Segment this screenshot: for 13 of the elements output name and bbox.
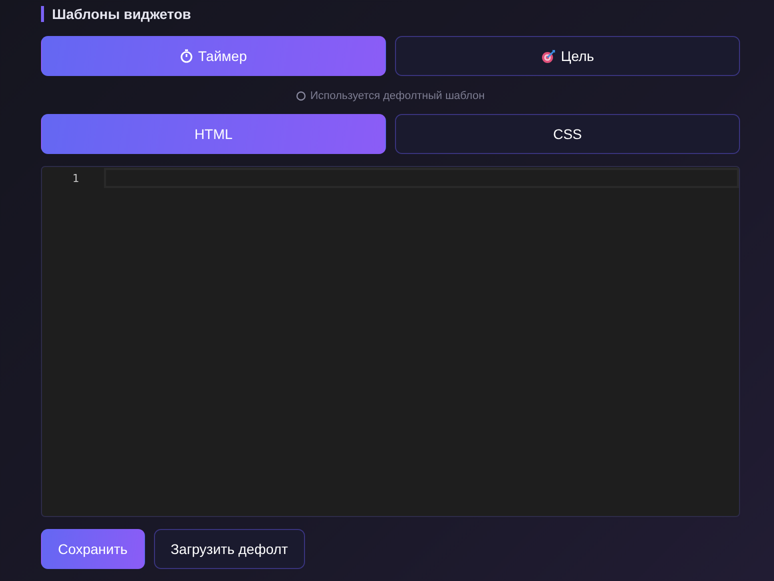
status-text: Используется дефолтный шаблон	[310, 90, 485, 102]
load-default-button[interactable]: Загрузить дефолт	[154, 529, 305, 569]
widget-tab[interactable]: Цель	[395, 36, 740, 76]
stopwatch-icon	[180, 49, 194, 63]
save-button[interactable]: Сохранить	[41, 529, 145, 569]
widget-tab[interactable]: Таймер	[41, 36, 386, 76]
code-editor[interactable]: 1	[41, 166, 740, 517]
circle-icon	[296, 91, 306, 101]
target-icon	[540, 48, 556, 64]
line-number: 1	[72, 171, 79, 187]
code-tab[interactable]: CSS	[395, 114, 740, 154]
code-tab[interactable]: HTML	[41, 114, 386, 154]
section-title: Шаблоны виджетов	[41, 6, 191, 22]
